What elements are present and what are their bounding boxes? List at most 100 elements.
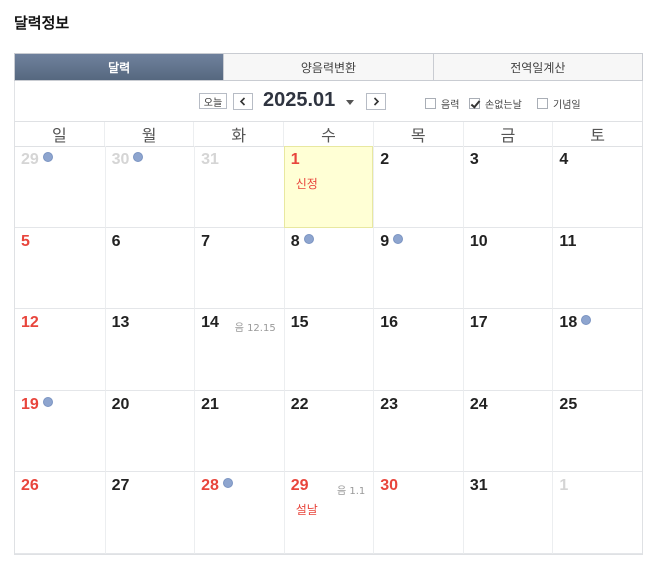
- calendar-day-cell[interactable]: 10: [462, 227, 553, 310]
- calendar-day-cell[interactable]: 25: [552, 390, 642, 473]
- day-number-text: 6: [111, 232, 121, 250]
- calendar-day-cell[interactable]: 1 신정: [283, 146, 374, 228]
- day-number-text: 31: [469, 477, 488, 495]
- day-number: 4: [559, 151, 568, 169]
- day-number: 20: [112, 396, 130, 414]
- calendar-day-cell[interactable]: 11: [552, 227, 642, 310]
- calendar-day-cell[interactable]: 29: [15, 146, 105, 228]
- option-lunar[interactable]: 음력: [425, 96, 459, 111]
- day-number: 5: [21, 233, 30, 251]
- calendar-day-cell[interactable]: 13: [104, 309, 195, 391]
- day-number: 6: [112, 233, 121, 251]
- calendar-day-cell[interactable]: 23: [373, 390, 463, 473]
- calendar-day-cell[interactable]: 18: [552, 309, 642, 391]
- calendar-day-cell[interactable]: 30: [373, 472, 463, 554]
- next-month-button[interactable]: [366, 93, 386, 110]
- calendar-day-cell[interactable]: 17: [462, 309, 553, 391]
- day-number-text: 28: [201, 477, 219, 495]
- weekday-mon: 월: [103, 122, 194, 146]
- auspicious-day-dot-icon: [393, 233, 404, 244]
- day-number-text: 26: [21, 477, 39, 495]
- day-number: 11: [559, 233, 576, 251]
- calendar-day-cell[interactable]: 12: [15, 309, 105, 391]
- day-number-text: 24: [469, 395, 488, 413]
- day-number: 18: [559, 314, 592, 332]
- day-number: 1: [291, 151, 300, 169]
- calendar-day-cell[interactable]: 26: [15, 472, 105, 554]
- calendar-day-cell[interactable]: 15: [283, 309, 374, 391]
- day-number-text: 1: [290, 151, 300, 168]
- calendar-day-cell[interactable]: 4: [552, 146, 642, 228]
- calendar-day-cell[interactable]: 24: [462, 390, 553, 473]
- calendar-day-cell[interactable]: 14 음 12.15: [194, 309, 284, 391]
- option-auspicious-day[interactable]: 손없는날: [469, 96, 522, 111]
- weekday-wed: 수: [283, 122, 373, 146]
- auspicious-day-dot-icon: [42, 152, 53, 162]
- calendar-day-cell[interactable]: 21: [194, 390, 284, 473]
- day-number-text: 23: [380, 395, 399, 413]
- day-number: 1: [559, 477, 568, 495]
- calendar-day-cell[interactable]: 6: [104, 227, 195, 310]
- weekday-header: 일 월 화 수 목 금 토: [15, 122, 642, 147]
- calendar-day-cell[interactable]: 5: [15, 228, 105, 310]
- calendar-day-cell[interactable]: 19: [15, 391, 105, 473]
- calendar-day-cell[interactable]: 2: [373, 146, 463, 228]
- today-button[interactable]: 오늘: [199, 93, 227, 109]
- day-number-text: 4: [559, 151, 569, 168]
- option-auspicious-day-label: 손없는날: [485, 100, 522, 111]
- calendar-day-cell[interactable]: 16: [373, 309, 463, 391]
- option-anniversary[interactable]: 기념일: [537, 96, 581, 111]
- auspicious-day-checkbox[interactable]: [469, 98, 480, 109]
- calendar-day-cell[interactable]: 31: [462, 472, 553, 554]
- day-number-text: 27: [111, 477, 130, 495]
- option-anniversary-label: 기념일: [553, 100, 581, 111]
- weekday-thu: 목: [372, 122, 463, 146]
- calendar-day-cell[interactable]: 9: [373, 227, 463, 310]
- day-number-text: 11: [559, 232, 577, 250]
- calendar-day-cell[interactable]: 8: [283, 227, 374, 310]
- tab-calendar[interactable]: 달력: [15, 54, 224, 80]
- tab-discharge-calculator[interactable]: 전역일계산: [432, 54, 642, 80]
- day-number: 26: [21, 477, 39, 495]
- tab-lunar-converter[interactable]: 양음력변환: [223, 54, 433, 80]
- calendar-day-cell[interactable]: 1: [552, 472, 642, 554]
- day-number-text: 8: [290, 232, 300, 250]
- day-number: 29: [21, 151, 53, 169]
- chevron-left-icon: [239, 97, 246, 106]
- day-number: 7: [201, 233, 210, 251]
- day-number: 21: [201, 396, 219, 414]
- calendar-day-cell[interactable]: 20: [104, 390, 195, 473]
- day-number: 22: [291, 396, 309, 414]
- weekday-sat: 토: [552, 122, 642, 146]
- day-number: 12: [21, 314, 39, 332]
- calendar-day-cell[interactable]: 3: [462, 146, 553, 228]
- day-number-text: 1: [559, 477, 569, 495]
- prev-month-button[interactable]: [233, 93, 253, 110]
- day-number: 23: [380, 396, 398, 414]
- day-number: 24: [470, 396, 488, 414]
- caret-down-icon[interactable]: [346, 100, 354, 105]
- day-number-text: 13: [111, 314, 130, 332]
- day-number: 29: [291, 477, 309, 495]
- calendar-day-cell[interactable]: 28: [194, 472, 284, 554]
- day-number: 8: [291, 233, 314, 251]
- lunar-checkbox[interactable]: [425, 98, 436, 109]
- day-number: 9: [380, 233, 404, 251]
- day-number-text: 2: [380, 151, 390, 168]
- day-number: 16: [380, 314, 398, 332]
- day-number: 13: [112, 314, 130, 332]
- calendar-day-cell[interactable]: 7: [194, 227, 284, 310]
- day-number: 30: [380, 477, 398, 495]
- anniversary-checkbox[interactable]: [537, 98, 548, 109]
- day-number: 2: [380, 151, 389, 169]
- calendar-day-cell[interactable]: 31: [194, 146, 284, 228]
- lunar-date-label: 음 1.1: [336, 486, 366, 498]
- weekday-sun: 일: [51, 126, 67, 145]
- calendar-day-cell[interactable]: 30: [104, 146, 195, 228]
- calendar-day-cell[interactable]: 22: [283, 390, 374, 473]
- calendar-day-cell[interactable]: 29 설날 음 1.1: [283, 472, 374, 554]
- calendar-day-cell[interactable]: 27: [104, 472, 195, 554]
- auspicious-day-dot-icon: [42, 396, 53, 407]
- calendar-weeks: 29 30 31 1 신정 2 3 4 5 6 7 8 9 10 11 12 13 14 음 12.15 15 16 17…: [15, 146, 642, 554]
- day-number-text: 3: [469, 151, 479, 168]
